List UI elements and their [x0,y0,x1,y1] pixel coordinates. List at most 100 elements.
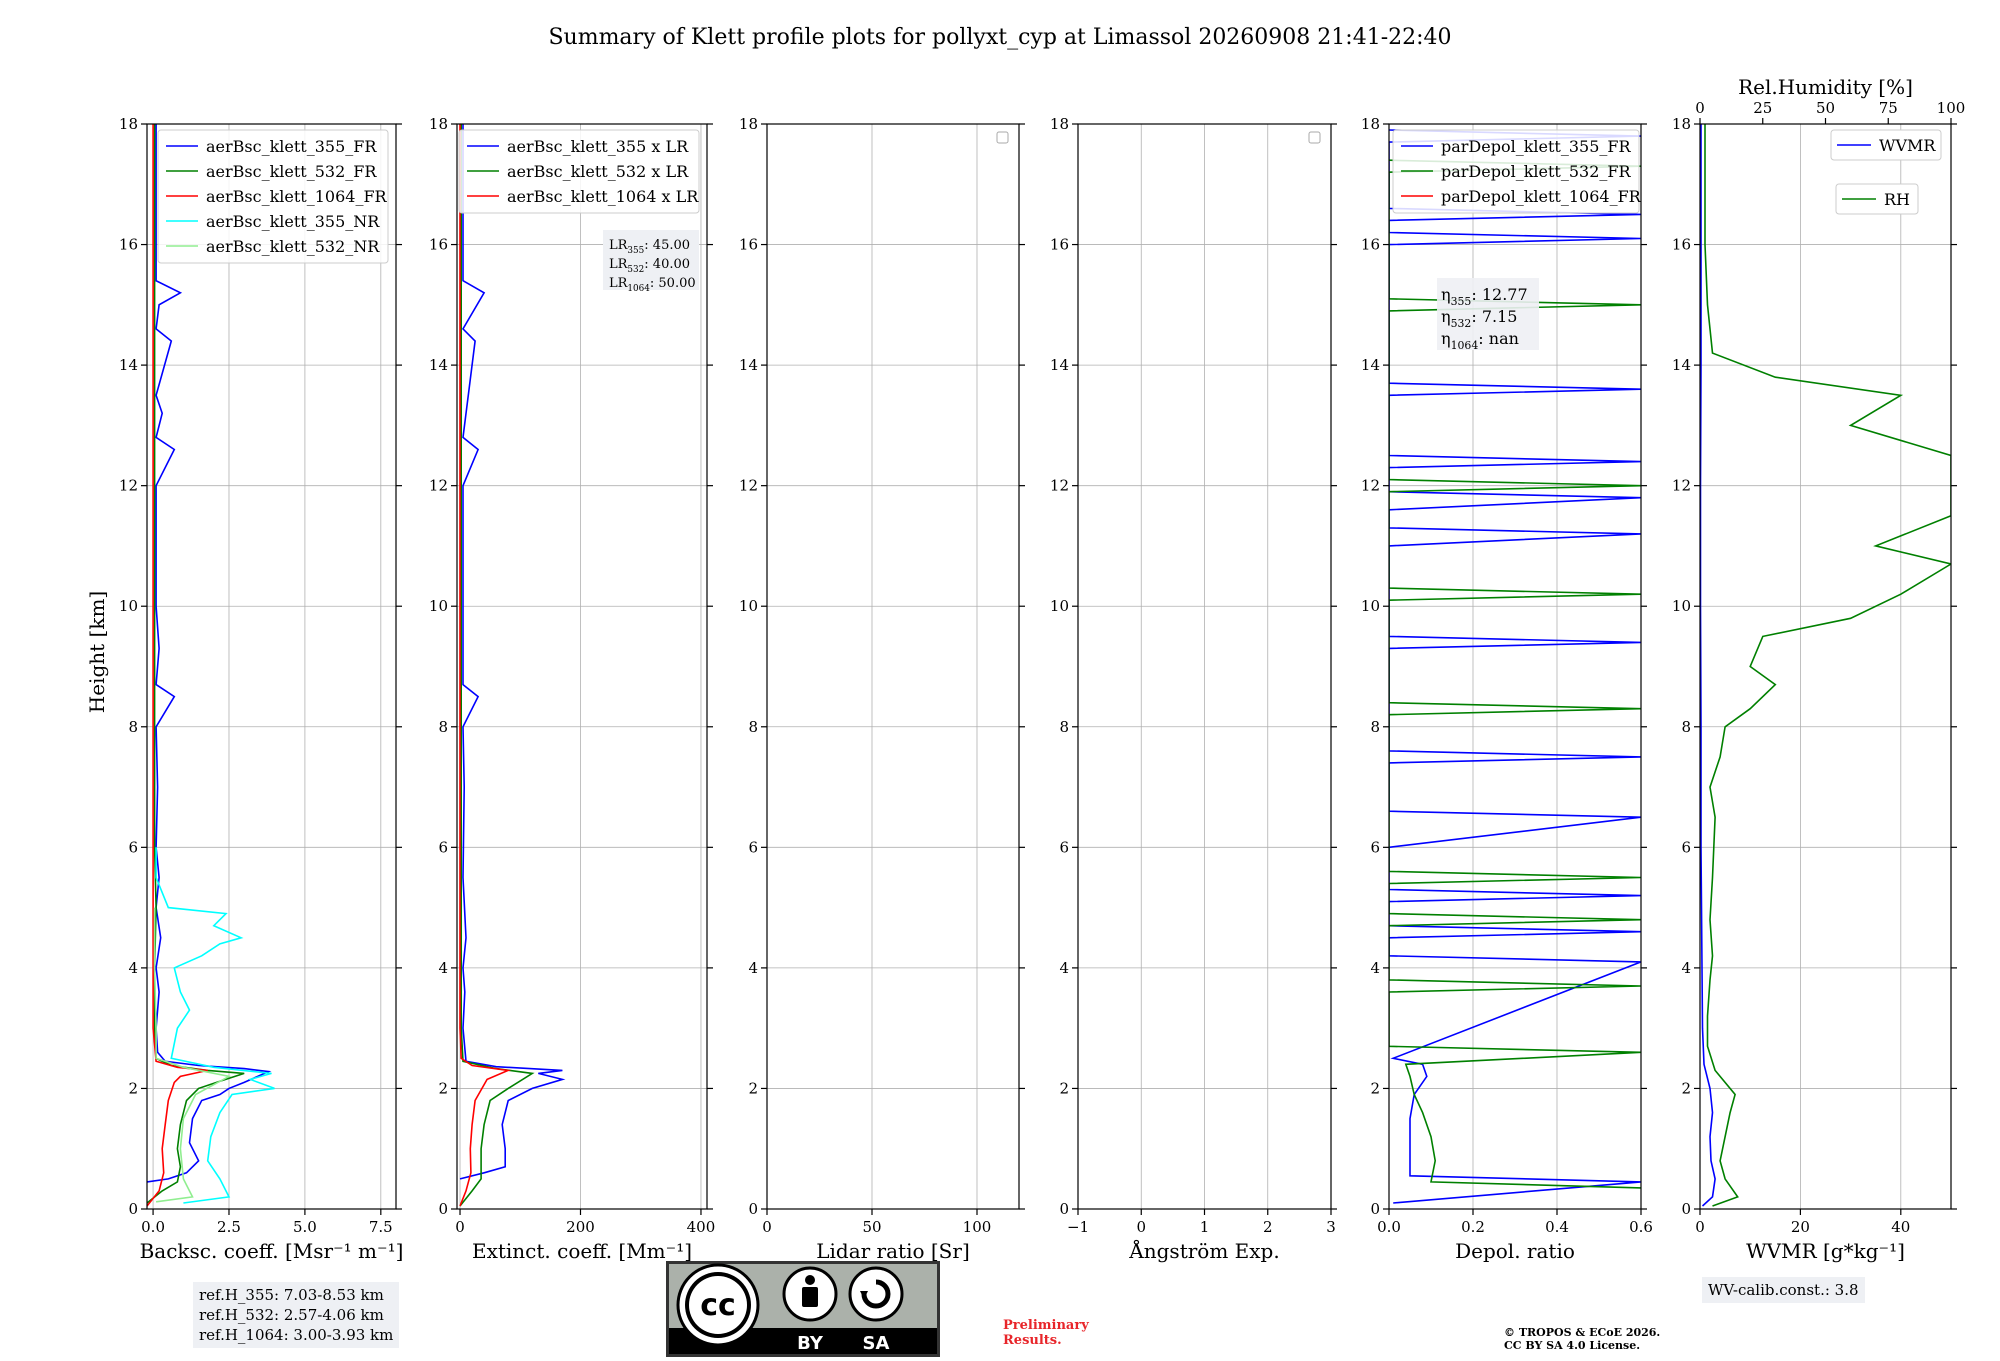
legend-entry: aerBsc_klett_532_FR [206,162,377,181]
figure-title: Summary of Klett profile plots for polly… [548,25,1451,50]
y-tick-label: 6 [128,838,138,856]
figure-canvas: Summary of Klett profile plots for polly… [85,25,1965,1263]
panel-depol: 0 2 4 6 8 10 12 14 16 18 0.0 0.2 0.4 0.6 Depol. ratio p… [1361,115,1653,1263]
y-tick-label: 18 [739,115,758,133]
top-x-tick-label: 50 [1816,99,1835,117]
series-line-RH [1704,124,1951,1207]
y-tick-label: 0 [1370,1200,1380,1218]
axes-frame [1699,123,1952,1210]
legend-entry: aerBsc_klett_532 x LR [507,162,689,181]
y-tick-label: 10 [1050,597,1069,615]
legend-entry: WVMR [1879,136,1936,155]
ref-height-532: ref.H_532: 2.57-4.06 km [199,1306,384,1324]
axes-frame [766,123,1020,1210]
y-tick-label: 6 [748,838,758,856]
legend-entry: aerBsc_klett_355_NR [206,212,380,231]
empty-legend [1308,131,1321,144]
x-tick-label: 3 [1326,1218,1336,1236]
y-tick-label: 2 [1059,1079,1069,1097]
y-tick-label: 0 [748,1200,758,1218]
x-tick-label: 0 [1695,1218,1705,1236]
panel-backscatter: 0 2 4 6 8 10 12 14 16 18 0.0 2.5 5.0 7.5 Backsc. coeff… [119,115,403,1263]
y-tick-label: 14 [1672,356,1691,374]
copyright-note: © TROPOS & ECoE 2026. CC BY SA 4.0 Licen… [1504,1326,1661,1352]
y-tick-label: 10 [1361,597,1380,615]
x-tick-label: 0 [455,1218,465,1236]
y-tick-label: 6 [1370,838,1380,856]
x-tick-label: 2 [1263,1218,1273,1236]
x-axis-label: Depol. ratio [1455,1239,1575,1263]
top-x-tick-label: 100 [1937,99,1966,117]
series-line-aerBsc_klett_355_FR [147,124,272,1183]
legend-entry: parDepol_klett_1064_FR [1441,187,1642,206]
x-tick-label: 0.4 [1545,1218,1569,1236]
top-x-tick-label: 25 [1753,99,1772,117]
y-tick-label: 10 [1672,597,1691,615]
y-tick-label: 16 [429,236,448,254]
svg-text:SA: SA [863,1333,890,1354]
x-axis-label: Lidar ratio [Sr] [816,1239,970,1263]
legend-entry: aerBsc_klett_1064 x LR [507,187,699,206]
wv-calib-const: WV-calib.const.: 3.8 [1708,1281,1859,1299]
cc-license-badge: cc BY SA [666,1261,940,1357]
x-axis-label: Ångström Exp. [1128,1238,1279,1263]
y-axis-label: Height [km] [85,591,109,713]
y-tick-label: 0 [1681,1200,1691,1218]
y-tick-label: 14 [429,356,448,374]
legend-entry: parDepol_klett_355_FR [1441,137,1632,156]
y-tick-label: 4 [1370,959,1380,977]
y-tick-label: 16 [1050,236,1069,254]
top-x-tick-label: 0 [1695,99,1705,117]
y-tick-label: 8 [1059,718,1069,736]
y-tick-label: 4 [438,959,448,977]
y-tick-label: 18 [119,115,138,133]
x-tick-label: 0.6 [1629,1218,1653,1236]
y-tick-label: 14 [739,356,758,374]
x-tick-label: 40 [1891,1218,1910,1236]
legend-entry: aerBsc_klett_355 x LR [507,137,689,156]
empty-legend [996,131,1009,144]
y-tick-label: 4 [1681,959,1691,977]
y-tick-label: 12 [1672,477,1691,495]
ref-height-1064: ref.H_1064: 3.00-3.93 km [199,1326,394,1344]
y-tick-label: 8 [438,718,448,736]
x-tick-label: 5.0 [293,1218,317,1236]
panel-extinction: 0 2 4 6 8 10 12 14 16 18 0 200 400 Extinct. coeff. [M… [429,115,715,1263]
y-tick-label: 10 [739,597,758,615]
series-line-aerBsc_klett_532 x LR [459,124,535,1207]
legend-entry: parDepol_klett_532_FR [1441,162,1632,181]
x-tick-label: 1 [1200,1218,1210,1236]
x-tick-label: 0 [1136,1218,1146,1236]
x-tick-label: 7.5 [369,1218,393,1236]
svg-text:cc: cc [700,1288,736,1323]
series-line-aerBsc_klett_355 x LR [459,124,566,1180]
y-tick-label: 12 [1050,477,1069,495]
y-tick-label: 0 [1059,1200,1069,1218]
x-axis-label: Backsc. coeff. [Msr⁻¹ m⁻¹] [140,1239,404,1263]
lidar-ratio-info-1064: LR1064: 50.00 [609,276,696,294]
y-tick-label: 2 [438,1079,448,1097]
y-tick-label: 18 [1361,115,1380,133]
series-line-aerBsc_klett_355_NR [155,847,275,1204]
y-tick-label: 12 [739,477,758,495]
x-axis-label: Extinct. coeff. [Mm⁻¹] [472,1239,692,1263]
y-tick-label: 14 [119,356,138,374]
y-tick-label: 2 [1370,1079,1380,1097]
y-tick-label: 14 [1050,356,1069,374]
panels-group: 0246810121416180.0 2.5 5.0 7.5Backsc. coeff… [119,75,1965,1263]
svg-text:BY: BY [797,1333,824,1354]
y-tick-label: 8 [748,718,758,736]
top-x-axis-label: Rel.Humidity [%] [1738,75,1913,99]
y-tick-label: 16 [1361,236,1380,254]
legend-entry: RH [1884,190,1910,209]
y-tick-label: 18 [1050,115,1069,133]
panel-angstrom: 024681012141618−1 0 1 2 3Ångström Exp. [1050,115,1337,1263]
x-tick-label: 0 [762,1218,772,1236]
x-tick-label: 20 [1791,1218,1810,1236]
y-tick-label: 16 [739,236,758,254]
y-tick-label: 4 [128,959,138,977]
y-tick-label: 12 [429,477,448,495]
y-tick-label: 8 [1681,718,1691,736]
y-tick-label: 2 [748,1079,758,1097]
panel-lidar_ratio: 0 2 4 6 8 10 12 14 16 18 0 50 100 Lidar ratio [Sr] [739,115,1025,1263]
